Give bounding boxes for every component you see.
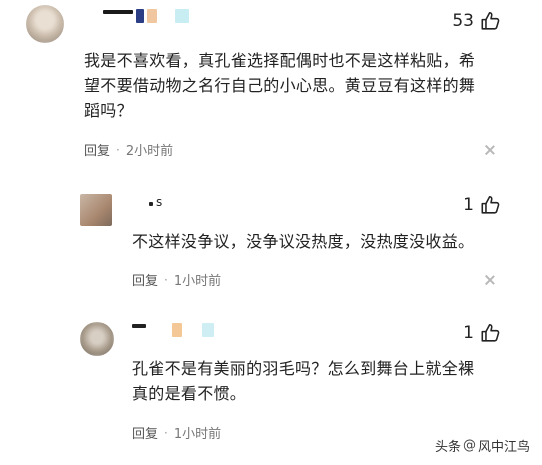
comment-meta: 回复 · 2小时前 bbox=[84, 140, 174, 160]
comment-text-line: 我是不喜欢看，真孔雀选择配偶时也不是这样粘贴，希 bbox=[84, 51, 476, 70]
avatar[interactable] bbox=[26, 5, 64, 43]
reply-button[interactable]: 回复 bbox=[132, 270, 158, 289]
nickname-fragment: s bbox=[156, 195, 163, 209]
avatar[interactable] bbox=[80, 194, 112, 226]
comment-text: 我是不喜欢看，真孔雀选择配偶时也不是这样粘贴，希 望不要借动物之名行自己的小心思… bbox=[84, 48, 524, 123]
comment-text: 不这样没争议，没争议没热度，没热度没收益。 bbox=[132, 229, 522, 254]
like-button[interactable]: 1 bbox=[463, 194, 502, 216]
comment-text-line: 真的是看不惯。 bbox=[132, 384, 247, 403]
thumbs-up-icon bbox=[481, 11, 500, 30]
nickname-redacted[interactable] bbox=[84, 8, 189, 24]
thumbs-up-icon bbox=[481, 323, 500, 342]
like-count: 1 bbox=[463, 195, 474, 215]
like-count: 53 bbox=[452, 11, 474, 31]
avatar[interactable] bbox=[80, 322, 114, 356]
comment-meta: 回复 · 1小时前 bbox=[132, 423, 222, 443]
comment-meta: 回复 · 1小时前 bbox=[132, 270, 222, 290]
timestamp: 1小时前 bbox=[173, 274, 222, 289]
comment-text-line: 孔雀不是有美丽的羽毛吗？怎么到舞台上就全裸 bbox=[132, 359, 475, 378]
thumbs-up-icon bbox=[481, 195, 500, 214]
separator: · bbox=[116, 142, 120, 157]
comment-text-line: 望不要借动物之名行自己的小心思。黄豆豆有这样的舞 bbox=[84, 76, 476, 95]
like-button[interactable]: 1 bbox=[463, 322, 502, 344]
nickname-redacted[interactable]: s bbox=[132, 194, 162, 210]
reply-button[interactable]: 回复 bbox=[132, 423, 158, 442]
watermark-at: @ bbox=[462, 438, 476, 453]
watermark-author: 风中江鸟 bbox=[477, 440, 530, 455]
comment-text-line: 蹈吗？ bbox=[84, 101, 133, 120]
nickname-redacted[interactable] bbox=[132, 322, 214, 338]
timestamp: 1小时前 bbox=[173, 427, 222, 442]
close-icon[interactable] bbox=[485, 275, 495, 285]
separator: · bbox=[164, 425, 168, 440]
separator: · bbox=[164, 272, 168, 287]
watermark-prefix: 头条 bbox=[434, 440, 461, 455]
comment-text: 孔雀不是有美丽的羽毛吗？怎么到舞台上就全裸 真的是看不惯。 bbox=[132, 356, 522, 406]
comment-text-line: 不这样没争议，没争议没热度，没热度没收益。 bbox=[132, 232, 475, 251]
like-button[interactable]: 53 bbox=[452, 10, 502, 32]
close-icon[interactable] bbox=[485, 145, 495, 155]
watermark: 头条 @ 风中江鸟 bbox=[434, 436, 530, 455]
like-count: 1 bbox=[463, 323, 474, 343]
reply-button[interactable]: 回复 bbox=[84, 140, 110, 159]
timestamp: 2小时前 bbox=[125, 144, 174, 159]
